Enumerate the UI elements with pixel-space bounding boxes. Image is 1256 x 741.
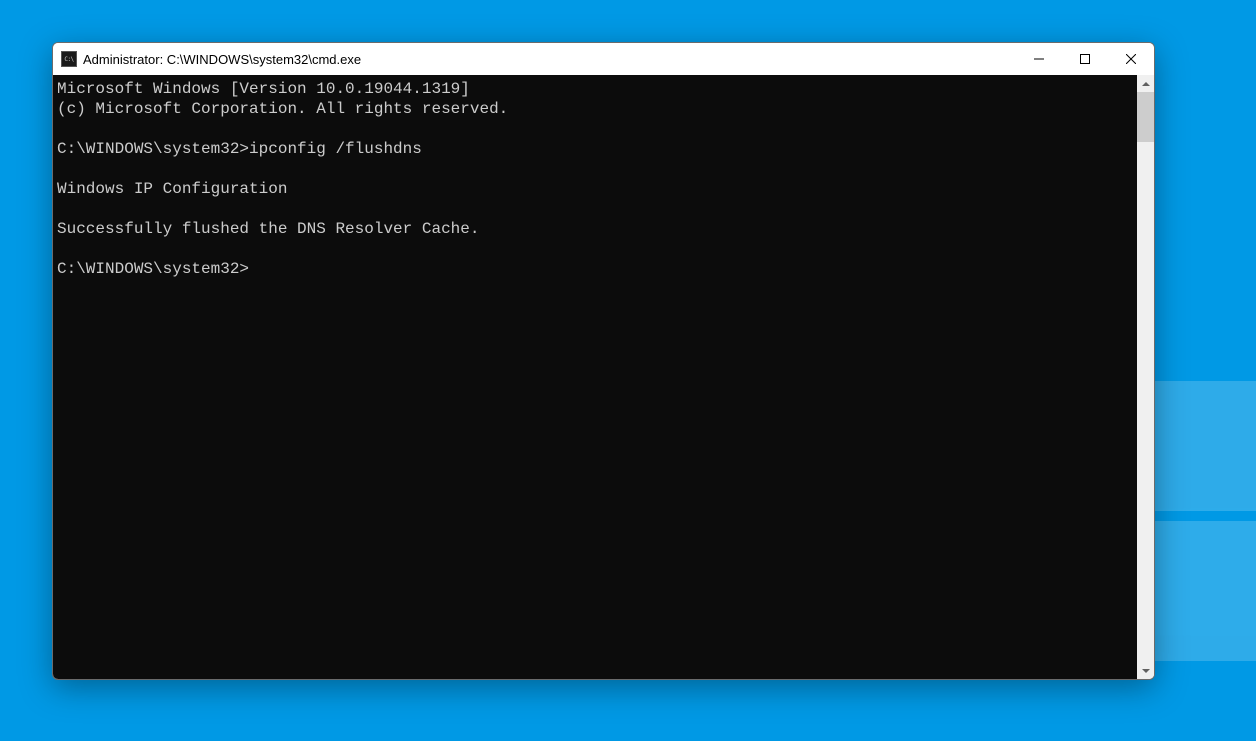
maximize-icon	[1080, 54, 1090, 64]
terminal-container: Microsoft Windows [Version 10.0.19044.13…	[53, 75, 1154, 679]
terminal-line: Microsoft Windows [Version 10.0.19044.13…	[57, 79, 1137, 99]
minimize-button[interactable]	[1016, 43, 1062, 75]
terminal-output[interactable]: Microsoft Windows [Version 10.0.19044.13…	[53, 75, 1137, 679]
terminal-line	[57, 239, 1137, 259]
titlebar-controls	[1016, 43, 1154, 75]
titlebar[interactable]: Administrator: C:\WINDOWS\system32\cmd.e…	[53, 43, 1154, 75]
scroll-down-button[interactable]	[1137, 662, 1154, 679]
terminal-line: Successfully flushed the DNS Resolver Ca…	[57, 219, 1137, 239]
scrollbar-thumb[interactable]	[1137, 92, 1154, 142]
terminal-line	[57, 119, 1137, 139]
minimize-icon	[1034, 54, 1044, 64]
maximize-button[interactable]	[1062, 43, 1108, 75]
close-icon	[1126, 54, 1136, 64]
vertical-scrollbar[interactable]	[1137, 75, 1154, 679]
chevron-up-icon	[1142, 82, 1150, 86]
terminal-line: C:\WINDOWS\system32>ipconfig /flushdns	[57, 139, 1137, 159]
terminal-line	[57, 199, 1137, 219]
terminal-line: (c) Microsoft Corporation. All rights re…	[57, 99, 1137, 119]
scrollbar-track[interactable]	[1137, 92, 1154, 662]
cmd-icon	[61, 51, 77, 67]
window-title: Administrator: C:\WINDOWS\system32\cmd.e…	[83, 52, 1016, 67]
cmd-window: Administrator: C:\WINDOWS\system32\cmd.e…	[52, 42, 1155, 680]
chevron-down-icon	[1142, 669, 1150, 673]
terminal-line: C:\WINDOWS\system32>	[57, 259, 1137, 279]
scroll-up-button[interactable]	[1137, 75, 1154, 92]
close-button[interactable]	[1108, 43, 1154, 75]
terminal-line	[57, 159, 1137, 179]
terminal-line: Windows IP Configuration	[57, 179, 1137, 199]
